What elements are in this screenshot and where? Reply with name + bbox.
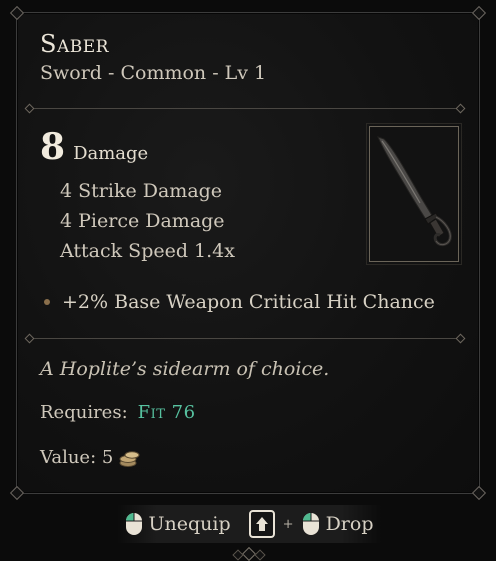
- corner-ornament: [471, 485, 487, 501]
- value-row: Value: 5: [40, 447, 141, 468]
- corner-ornament: [9, 485, 25, 501]
- plus-sign: +: [282, 516, 294, 532]
- divider: [30, 338, 460, 339]
- damage-row: 8 Damage: [40, 126, 148, 168]
- corner-ornament: [471, 5, 487, 21]
- damage-value: 8: [40, 126, 66, 168]
- flavor-text: A Hoplite’s sidearm of choice.: [40, 358, 330, 380]
- item-subtitle: Sword - Common - Lv 1: [40, 62, 267, 84]
- drop-action[interactable]: Drop: [302, 512, 374, 536]
- mouse-left-click-icon: [125, 513, 142, 535]
- stat-attack-speed: Attack Speed 1.4x: [60, 240, 235, 262]
- item-name: Saber: [40, 30, 109, 58]
- weapon-image-frame: [366, 123, 462, 265]
- coin-stack-icon: [119, 450, 140, 467]
- requirement-row: Requires: Fit 76: [40, 402, 196, 423]
- unequip-label: Unequip: [148, 513, 231, 535]
- shift-key-icon: [248, 510, 275, 538]
- bonus-stat: +2% Base Weapon Critical Hit Chance: [62, 291, 435, 313]
- stat-pierce-damage: 4 Pierce Damage: [60, 210, 225, 232]
- saber-sword-icon: [377, 136, 452, 247]
- stat-strike-damage: 4 Strike Damage: [60, 180, 223, 202]
- value-label: Value: 5: [40, 447, 114, 468]
- drop-label: Drop: [325, 513, 374, 535]
- unequip-action[interactable]: Unequip: [125, 512, 231, 536]
- requires-value: Fit 76: [137, 402, 196, 423]
- damage-label: Damage: [73, 143, 149, 164]
- corner-ornament: [9, 5, 25, 21]
- action-bar: Unequip + Drop: [117, 505, 381, 543]
- divider: [30, 108, 460, 109]
- mouse-left-click-icon: [302, 513, 319, 535]
- bonus-stat-row: +2% Base Weapon Critical Hit Chance: [44, 291, 435, 313]
- requires-label: Requires:: [40, 402, 128, 423]
- bullet-icon: [44, 299, 50, 305]
